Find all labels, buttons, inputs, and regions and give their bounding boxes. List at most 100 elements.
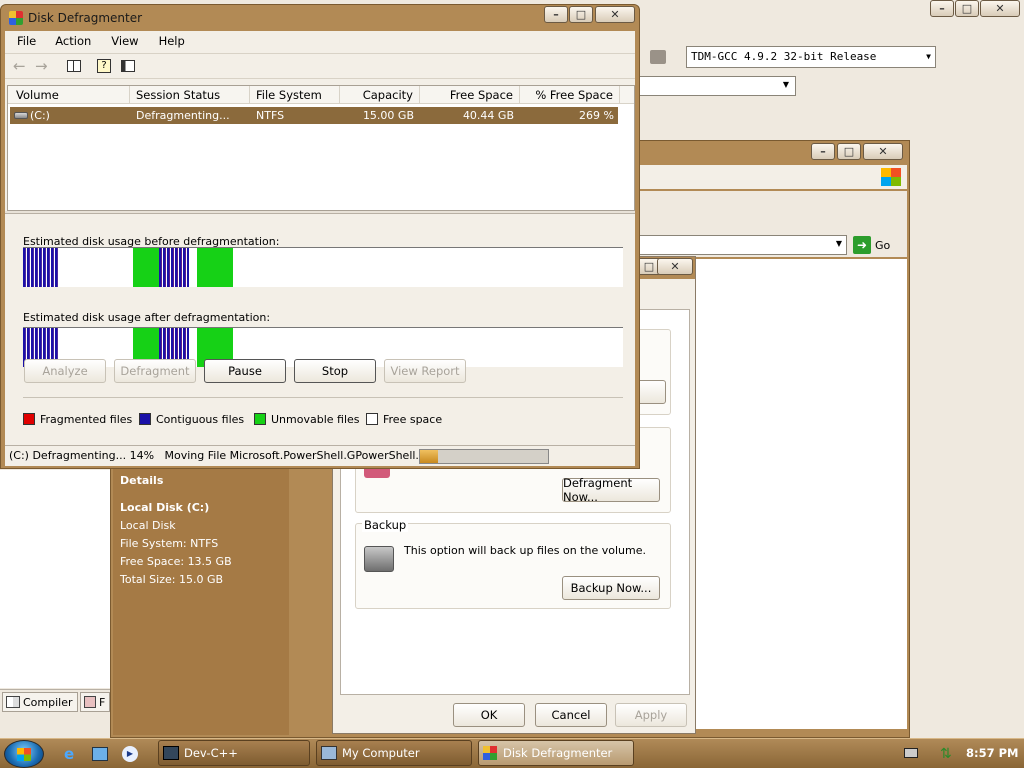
tray-keyboard-icon[interactable]: [904, 748, 918, 758]
props-close-button[interactable]: ✕: [657, 258, 693, 275]
details-free-space: Free Space: 13.5 GB: [120, 555, 232, 568]
splitter[interactable]: [5, 211, 635, 214]
media-player-icon[interactable]: ▶: [122, 746, 138, 762]
bottom-tabs: Compiler F: [0, 689, 112, 713]
legend-contiguous-label: Contiguous files: [156, 413, 245, 426]
tab-f[interactable]: F: [80, 692, 110, 712]
chevron-down-icon[interactable]: ▼: [836, 239, 842, 248]
row-file-system: NTFS: [256, 109, 285, 122]
before-contiguous-block-2: [159, 248, 189, 287]
details-drive-type: Local Disk: [120, 519, 176, 532]
mycomputer-close-button[interactable]: ✕: [863, 143, 903, 160]
backup-description: This option will back up files on the vo…: [404, 544, 646, 557]
menu-action[interactable]: Action: [43, 34, 103, 48]
backup-icon: [364, 546, 394, 572]
devcpp-maximize-button[interactable]: □: [955, 0, 979, 17]
legend-unmovable-swatch: [254, 413, 266, 425]
taskbar-item-mycomputer[interactable]: My Computer: [316, 740, 472, 766]
chevron-down-icon[interactable]: ▼: [783, 80, 789, 89]
col-volume[interactable]: Volume: [8, 86, 130, 104]
taskbar-item-defrag[interactable]: Disk Defragmenter: [478, 740, 634, 766]
compiler-select-value: TDM-GCC 4.9.2 32-bit Release: [691, 50, 877, 63]
apply-button[interactable]: Apply: [615, 703, 687, 727]
backup-now-button[interactable]: Backup Now...: [562, 576, 660, 600]
address-input[interactable]: ▼: [637, 235, 847, 255]
details-drive-name: Local Disk (C:): [120, 501, 210, 514]
row-capacity: 15.00 GB: [362, 109, 414, 122]
view-report-button[interactable]: View Report: [384, 359, 466, 383]
details-total-size: Total Size: 15.0 GB: [120, 573, 224, 586]
volume-list[interactable]: Volume Session Status File System Capaci…: [7, 85, 635, 211]
chevron-down-icon[interactable]: ▼: [926, 47, 931, 67]
clock[interactable]: 8:57 PM: [966, 746, 1018, 760]
back-icon[interactable]: ←: [13, 57, 26, 75]
go-label: Go: [875, 238, 891, 252]
volume-list-header: Volume Session Status File System Capaci…: [8, 86, 634, 104]
defrag-close-button[interactable]: ✕: [595, 6, 635, 23]
show-desktop-icon[interactable]: [92, 747, 108, 761]
resources-icon: [84, 696, 96, 708]
details-file-system: File System: NTFS: [120, 537, 219, 550]
backup-title: Backup: [362, 518, 409, 532]
cancel-button[interactable]: Cancel: [535, 703, 607, 727]
taskbar-item-devcpp[interactable]: Dev-C++: [158, 740, 310, 766]
defrag-title: Disk Defragmenter: [28, 11, 143, 25]
defragment-now-button[interactable]: Defragment Now...: [562, 476, 660, 504]
progress-bar: [419, 449, 549, 464]
toolbar-gear-icon[interactable]: [650, 50, 666, 64]
row-pct-free: 269 %: [579, 109, 614, 122]
legend-free-label: Free space: [383, 413, 443, 426]
col-session-status[interactable]: Session Status: [130, 86, 250, 104]
defrag-maximize-button[interactable]: □: [569, 6, 593, 23]
show-hide-tree-icon[interactable]: [67, 60, 81, 72]
mycomputer-menubar: [637, 165, 907, 189]
before-unmovable-block-1: [133, 248, 159, 287]
address-bar[interactable]: ▼ ➜ Go: [637, 233, 907, 257]
properties-icon[interactable]: [121, 60, 135, 72]
stop-button[interactable]: Stop: [294, 359, 376, 383]
volume-row-c[interactable]: (C:) Defragmenting... NTFS 15.00 GB 40.4…: [10, 107, 618, 124]
menu-view[interactable]: View: [103, 34, 146, 48]
col-pct-free-space[interactable]: % Free Space: [520, 86, 620, 104]
row-status: Defragmenting...: [136, 109, 230, 122]
before-unmovable-block-2: [197, 248, 233, 287]
forward-icon[interactable]: →: [35, 57, 48, 75]
defrag-minimize-button[interactable]: –: [544, 6, 568, 23]
taskbar-item-defrag-label: Disk Defragmenter: [503, 746, 613, 760]
go-arrow-icon: ➜: [853, 236, 871, 254]
tray-network-icon[interactable]: ⇅: [940, 746, 952, 762]
windows-logo-icon: [17, 748, 31, 761]
legend-fragmented-label: Fragmented files: [40, 413, 133, 426]
col-capacity[interactable]: Capacity: [340, 86, 420, 104]
devcpp-minimize-button[interactable]: –: [930, 0, 954, 17]
tab-compiler[interactable]: Compiler: [2, 692, 78, 712]
defragment-button[interactable]: Defragment: [114, 359, 196, 383]
pause-button[interactable]: Pause: [204, 359, 286, 383]
ie-icon[interactable]: e: [64, 745, 74, 763]
devcpp-close-button[interactable]: ✕: [980, 0, 1020, 17]
taskbar-item-mycomputer-label: My Computer: [342, 746, 420, 760]
compiler-icon: [6, 696, 20, 708]
before-usage-bar: [23, 247, 623, 287]
devcpp-second-select[interactable]: ▼: [636, 76, 796, 96]
go-button[interactable]: ➜ Go: [853, 235, 890, 255]
menu-file[interactable]: File: [5, 34, 43, 48]
col-free-space[interactable]: Free Space: [420, 86, 520, 104]
compiler-select[interactable]: TDM-GCC 4.9.2 32-bit Release ▼: [686, 46, 936, 68]
menu-help[interactable]: Help: [147, 34, 197, 48]
menubar: File Action View Help: [5, 31, 635, 51]
editor-area[interactable]: [0, 470, 112, 688]
drive-icon: [14, 112, 28, 119]
start-button[interactable]: [4, 740, 44, 768]
legend-divider: [23, 397, 623, 398]
analyze-button[interactable]: Analyze: [24, 359, 106, 383]
col-file-system[interactable]: File System: [250, 86, 340, 104]
mycomputer-minimize-button[interactable]: –: [811, 143, 835, 160]
tab-compiler-label: Compiler: [23, 695, 73, 709]
details-panel: Details Local Disk (C:) Local Disk File …: [120, 472, 280, 589]
help-icon[interactable]: ?: [97, 59, 111, 73]
legend-free-swatch: [366, 413, 378, 425]
ok-button[interactable]: OK: [453, 703, 525, 727]
backup-group: Backup This option will back up files on…: [355, 518, 671, 609]
mycomputer-maximize-button[interactable]: □: [837, 143, 861, 160]
